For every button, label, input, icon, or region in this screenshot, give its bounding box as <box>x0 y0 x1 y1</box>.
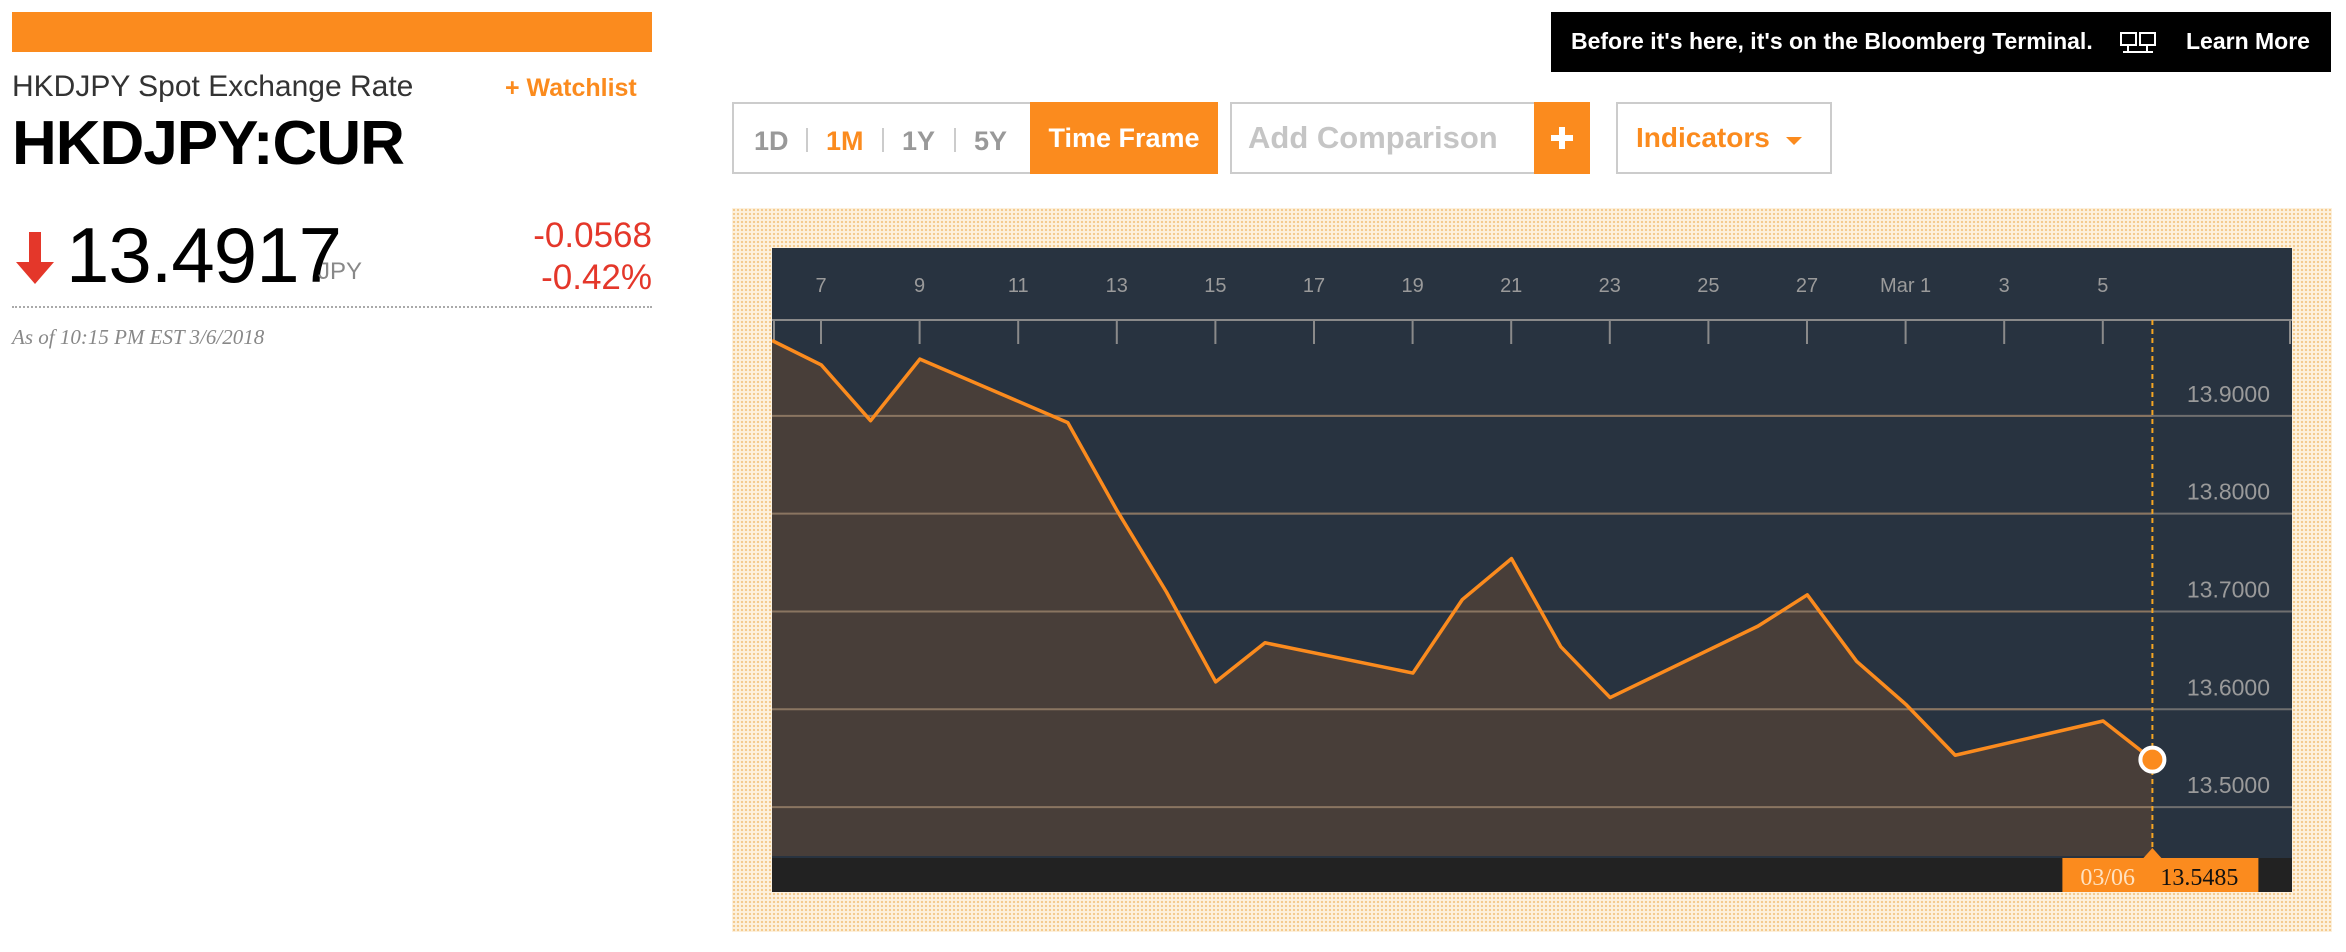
y-tick-label: 13.7000 <box>2187 576 2270 602</box>
caret-down-icon <box>1785 137 1802 145</box>
x-tick-label: 11 <box>1008 275 1029 297</box>
add-comparison-button[interactable] <box>1534 102 1590 174</box>
add-to-watchlist-link[interactable]: + Watchlist <box>505 74 637 103</box>
ticker-symbol: HKDJPY:CUR <box>12 109 405 178</box>
banner-text: Before it's here, it's on the Bloomberg … <box>1571 28 2093 54</box>
x-tick-label: 3 <box>1999 275 2010 297</box>
plus-icon <box>1551 127 1573 149</box>
range-1y-button[interactable]: 1Y <box>902 126 935 157</box>
y-tick-label: 13.8000 <box>2187 479 2270 505</box>
down-arrow-icon <box>16 232 54 284</box>
price-chart[interactable]: 13.9000 13.8000 13.7000 13.6000 13.5000 7 9 11 1… <box>772 248 2292 892</box>
last-price: 13.4917 <box>66 211 342 299</box>
learn-more-link[interactable]: Learn More <box>2186 28 2310 55</box>
x-tick-label: 19 <box>1401 275 1423 297</box>
comparison-box <box>1230 102 1540 174</box>
x-tick-label: 27 <box>1796 275 1818 297</box>
price-currency: JPY <box>318 258 363 285</box>
x-tick-label: 7 <box>815 275 826 297</box>
y-tick-label: 13.9000 <box>2187 381 2270 407</box>
divider <box>12 306 652 308</box>
x-tick-label: 13 <box>1106 275 1128 297</box>
divider <box>954 128 956 152</box>
range-1d-button[interactable]: 1D <box>754 126 789 157</box>
indicators-dropdown[interactable]: Indicators <box>1616 102 1832 174</box>
x-tick-label: 25 <box>1697 275 1719 297</box>
divider <box>806 128 808 152</box>
x-tick-label: 17 <box>1303 275 1325 297</box>
x-tick-label: 23 <box>1599 275 1621 297</box>
y-tick-label: 13.6000 <box>2187 674 2270 700</box>
x-tick-label: 5 <box>2097 275 2108 297</box>
y-tick-label: 13.5000 <box>2187 772 2270 798</box>
price-change-percent: -0.42% <box>541 258 652 297</box>
current-point-marker <box>2138 745 2167 774</box>
as-of-timestamp: As of 10:15 PM EST 3/6/2018 <box>12 325 265 349</box>
security-name: HKDJPY Spot Exchange Rate <box>12 70 414 103</box>
terminal-ad-banner[interactable]: Before it's here, it's on the Bloomberg … <box>1551 12 2331 72</box>
range-1m-button[interactable]: 1M <box>826 126 864 157</box>
x-tick-label: 15 <box>1204 275 1226 297</box>
tooltip-value: 13.5485 <box>2160 865 2238 891</box>
x-tick-label: 9 <box>914 275 925 297</box>
x-tick-label: Mar 1 <box>1880 275 1931 297</box>
tooltip-date: 03/06 <box>2080 865 2135 891</box>
range-5y-button[interactable]: 5Y <box>974 126 1007 157</box>
time-frame-button[interactable]: Time Frame <box>1030 102 1218 174</box>
x-tick-label: 21 <box>1500 275 1522 297</box>
price-change: -0.0568 <box>533 216 652 255</box>
add-comparison-input[interactable] <box>1232 104 1540 172</box>
divider <box>882 128 884 152</box>
accent-bar <box>12 12 652 52</box>
terminal-icon <box>2120 32 2156 53</box>
indicators-label: Indicators <box>1636 122 1770 153</box>
